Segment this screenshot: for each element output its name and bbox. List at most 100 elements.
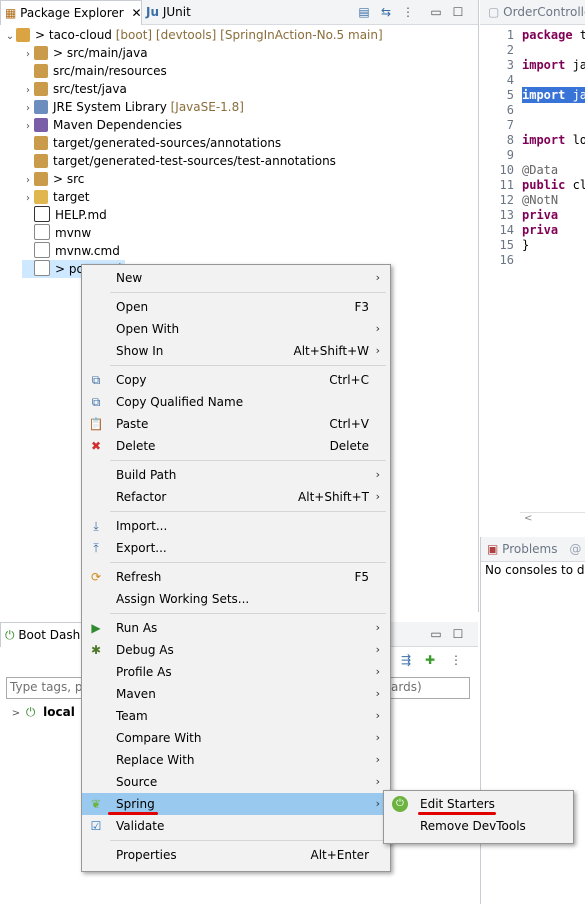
scroll-left-icon[interactable]: < — [524, 513, 532, 524]
menu-item-source[interactable]: Source › — [82, 771, 390, 793]
line-number: 13 — [499, 208, 514, 222]
code-line[interactable]: 14 priva — [480, 222, 585, 238]
tree-item-help-md[interactable]: HELP.md — [22, 206, 107, 224]
tree-item-label: > taco-cloud — [35, 28, 112, 42]
tree-item-project-taco-cloud[interactable]: ⌄ > taco-cloud [boot] [devtools] [SpringI… — [4, 26, 383, 44]
code-line[interactable]: 8 import lo — [480, 132, 585, 148]
code-line[interactable]: 2 — [480, 42, 585, 58]
boot-toolbar-icon[interactable]: ⇶ — [398, 652, 414, 668]
code-text: import ja — [522, 87, 585, 103]
submenu-item-remove-devtools[interactable]: Remove DevTools — [384, 815, 573, 837]
tree-item-maven-dependencies[interactable]: › Maven Dependencies — [22, 116, 182, 134]
maximize-icon[interactable]: ☐ — [450, 4, 466, 20]
menu-item-debug-as[interactable]: ✱ Debug As › — [82, 639, 390, 661]
menu-item-open[interactable]: Open F3 — [82, 296, 390, 318]
menu-item-label: Copy — [116, 373, 147, 387]
code-line[interactable]: 3 import ja — [480, 57, 585, 73]
menu-item-open-with[interactable]: Open With › — [82, 318, 390, 340]
tree-item-generated-test-sources[interactable]: target/generated-test-sources/test-annot… — [22, 152, 336, 170]
submenu-arrow-icon: › — [375, 490, 380, 503]
code-line[interactable]: 6 — [480, 102, 585, 118]
code-line[interactable]: 10 @Data — [480, 162, 585, 178]
collapse-all-icon[interactable]: ▤ — [356, 4, 372, 20]
maximize-icon[interactable]: ☐ — [450, 626, 466, 642]
menu-item-refresh[interactable]: ⟳ Refresh F5 — [82, 566, 390, 588]
menu-item-label: Open — [116, 300, 149, 314]
menu-item-shortcut: F5 — [354, 570, 369, 584]
link-with-editor-icon[interactable]: ⇆ — [378, 4, 394, 20]
package-explorer-tabbar: ▦ Package Explorer ✕ Ju JUnit ▤ ⇆ ⋮ ▭ ☐ — [0, 0, 478, 25]
tree-item-src-main-java[interactable]: › > src/main/java — [22, 44, 148, 62]
tree-item-jre-system-library[interactable]: › JRE System Library [JavaSE-1.8] — [22, 98, 244, 116]
file-icon — [34, 260, 50, 276]
view-menu-icon[interactable]: ⋮ — [400, 4, 416, 20]
menu-separator — [110, 292, 386, 293]
menu-item-import[interactable]: ⤓ Import... — [82, 515, 390, 537]
menu-item-label: Compare With — [116, 731, 202, 745]
code-line[interactable]: 16 — [480, 252, 585, 268]
menu-item-label: Properties — [116, 848, 177, 862]
tab-problems[interactable]: ▣ Problems @ — [483, 537, 585, 561]
chevron-down-icon[interactable]: ⌄ — [4, 28, 16, 46]
tab-order-controller[interactable]: ▢ OrderControlle — [484, 0, 585, 24]
menu-item-show-in[interactable]: Show In Alt+Shift+W › — [82, 340, 390, 362]
menu-separator — [110, 365, 386, 366]
submenu-arrow-icon: › — [375, 322, 380, 335]
menu-item-team[interactable]: Team › — [82, 705, 390, 727]
code-line[interactable]: 7 — [480, 117, 585, 133]
submenu-arrow-icon: › — [375, 271, 380, 284]
view-menu-icon[interactable]: ⋮ — [448, 652, 464, 668]
tree-item-src-folder[interactable]: › > src — [22, 170, 84, 188]
minimize-icon[interactable]: ▭ — [428, 626, 444, 642]
close-icon[interactable]: ✕ — [132, 6, 142, 20]
code-line[interactable]: 5 import ja — [480, 87, 585, 103]
tree-item-decoration: [boot] [devtools] [SpringInAction-No.5 m… — [111, 28, 383, 42]
menu-item-paste[interactable]: 📋 Paste Ctrl+V — [82, 413, 390, 435]
code-line[interactable]: 4 — [480, 72, 585, 88]
menu-item-build-path[interactable]: Build Path › — [82, 464, 390, 486]
horizontal-scrollbar[interactable]: < — [520, 512, 585, 529]
minimize-icon[interactable]: ▭ — [428, 4, 444, 20]
chevron-right-icon[interactable]: > — [10, 705, 22, 723]
code-line[interactable]: 1 package t — [480, 27, 585, 43]
menu-item-maven[interactable]: Maven › — [82, 683, 390, 705]
tree-item-target-folder[interactable]: › target — [22, 188, 90, 206]
code-line[interactable]: 15} — [480, 237, 585, 253]
tree-item-decoration: [JavaSE-1.8] — [166, 100, 244, 114]
paste-icon: 📋 — [88, 417, 104, 431]
menu-item-refactor[interactable]: Refactor Alt+Shift+T › — [82, 486, 390, 508]
tree-item-src-test-java[interactable]: › src/test/java — [22, 80, 127, 98]
menu-item-copy[interactable]: ⧉ Copy Ctrl+C — [82, 369, 390, 391]
boot-local-node[interactable]: > ⏻ local — [10, 703, 75, 721]
code-line[interactable]: 11 public cl — [480, 177, 585, 193]
tree-item-generated-sources[interactable]: target/generated-sources/annotations — [22, 134, 281, 152]
menu-item-copy-qualified-name[interactable]: ⧉ Copy Qualified Name — [82, 391, 390, 413]
menu-item-replace-with[interactable]: Replace With › — [82, 749, 390, 771]
code-line[interactable]: 13 priva — [480, 207, 585, 223]
tree-item-mvnw-cmd[interactable]: mvnw.cmd — [22, 242, 120, 260]
menu-item-assign-working-sets[interactable]: Assign Working Sets... — [82, 588, 390, 610]
menu-item-label: Delete — [116, 439, 156, 453]
tree-item-mvnw[interactable]: mvnw — [22, 224, 91, 242]
filter-placeholder: Type tags, pr — [10, 680, 88, 694]
submenu-arrow-icon: › — [375, 731, 380, 744]
menu-item-profile-as[interactable]: Profile As › — [82, 661, 390, 683]
menu-item-shortcut: Ctrl+C — [329, 373, 369, 387]
tab-label: JUnit — [162, 5, 191, 19]
tab-junit[interactable]: Ju JUnit — [142, 0, 210, 24]
menu-item-export[interactable]: ⤒ Export... — [82, 537, 390, 559]
tree-item-src-main-resources[interactable]: src/main/resources — [22, 62, 167, 80]
menu-item-run-as[interactable]: ▶ Run As › — [82, 617, 390, 639]
tab-package-explorer[interactable]: ▦ Package Explorer ✕ — [0, 0, 142, 25]
menu-item-compare-with[interactable]: Compare With › — [82, 727, 390, 749]
tree-item-label: target/generated-test-sources/test-annot… — [53, 154, 336, 168]
menu-item-properties[interactable]: Properties Alt+Enter — [82, 844, 390, 866]
menu-item-validate[interactable]: ☑ Validate — [82, 815, 390, 837]
menu-item-delete[interactable]: ✖ Delete Delete — [82, 435, 390, 457]
code-line[interactable]: 12 @NotN — [480, 192, 585, 208]
add-icon[interactable]: ✚ — [422, 652, 438, 668]
code-line[interactable]: 9 — [480, 147, 585, 163]
menu-item-label: Show In — [116, 344, 164, 358]
menu-item-new[interactable]: New › — [82, 267, 390, 289]
submenu-arrow-icon: › — [375, 797, 380, 810]
